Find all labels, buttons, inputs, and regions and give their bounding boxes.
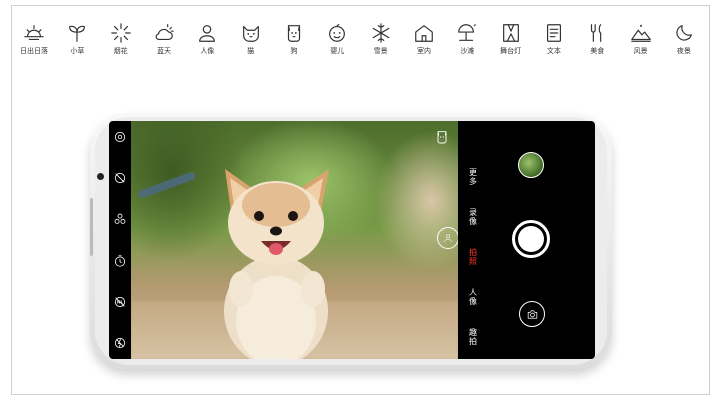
scene-label: 沙滩 <box>460 48 475 55</box>
mode-label: 更多 <box>468 168 478 186</box>
camera-viewfinder[interactable] <box>131 121 458 359</box>
ai-off-icon <box>114 173 126 184</box>
shutter-button[interactable] <box>512 220 550 258</box>
scene-label: 小草 <box>70 48 85 55</box>
baby-icon <box>329 24 346 42</box>
side-button <box>90 198 93 256</box>
cloud-sun-icon <box>155 24 174 41</box>
mode-video[interactable]: 录像 <box>461 197 485 237</box>
moon-icon <box>676 25 692 41</box>
settings-button[interactable] <box>112 129 128 145</box>
timer-button[interactable] <box>112 253 128 269</box>
scene-label: 狗 <box>290 48 298 55</box>
fork-knife-icon <box>591 24 602 42</box>
shutter-core <box>518 226 544 252</box>
scene-label: 美食 <box>590 48 605 55</box>
scene-grass: 小草 <box>57 22 97 64</box>
dog-icon <box>437 131 447 144</box>
house-icon <box>415 25 433 42</box>
scene-label: 文本 <box>546 48 561 55</box>
mode-photo[interactable]: 拍照 <box>461 237 485 277</box>
hdr-off-icon <box>114 296 126 307</box>
dog-photo <box>224 169 329 359</box>
camera-screen: 更多 录像 拍照 人像 趣拍 <box>109 121 595 359</box>
settings-icon <box>114 131 126 143</box>
scene-food: 美食 <box>577 22 617 64</box>
scene-label: 猫 <box>247 48 255 55</box>
camera-toolbar <box>109 121 131 359</box>
document-icon <box>546 24 561 42</box>
sprout-icon <box>69 25 86 42</box>
scene-snow: 雪景 <box>361 22 401 64</box>
scene-indoor: 室内 <box>404 22 444 64</box>
scene-sunrise: 日出日落 <box>14 22 54 64</box>
filter-icon <box>114 214 126 225</box>
scene-baby: 婴儿 <box>317 22 357 64</box>
scene-label: 日出日落 <box>20 48 48 55</box>
scene-landscape: 风景 <box>621 22 661 64</box>
fireworks-icon <box>110 23 131 43</box>
cat-icon <box>242 25 259 42</box>
gallery-thumbnail[interactable] <box>518 152 544 178</box>
scene-portrait: 人像 <box>187 22 227 64</box>
filter-button[interactable] <box>112 211 128 227</box>
scene-label: 烟花 <box>113 48 128 55</box>
scene-cat: 猫 <box>231 22 271 64</box>
person-icon <box>444 234 452 243</box>
scene-label: 夜景 <box>676 48 691 55</box>
scene-label: 婴儿 <box>330 48 345 55</box>
mode-label: 拍照 <box>468 248 478 266</box>
mode-more[interactable]: 更多 <box>461 157 485 197</box>
scene-label: 舞台灯 <box>500 48 522 55</box>
scene-icon-row: 日出日落 小草 烟花 蓝天 人像 猫 狗 婴儿 雪景 室内 沙滩 舞台灯 文本 … <box>14 22 704 64</box>
switch-camera-button[interactable] <box>519 301 545 327</box>
scene-text: 文本 <box>534 22 574 64</box>
scene-stage-light: 舞台灯 <box>491 22 531 64</box>
scene-beach: 沙滩 <box>447 22 487 64</box>
mode-fun[interactable]: 趣拍 <box>461 317 485 357</box>
scene-label: 雪景 <box>373 48 388 55</box>
scene-night: 夜景 <box>664 22 704 64</box>
flash-button[interactable] <box>112 335 128 351</box>
mode-label: 人像 <box>468 288 478 306</box>
scene-fireworks: 烟花 <box>101 22 141 64</box>
person-icon <box>199 25 216 42</box>
scene-label: 室内 <box>416 48 431 55</box>
scene-blue-sky: 蓝天 <box>144 22 184 64</box>
scene-dog: 狗 <box>274 22 314 64</box>
mountain-icon <box>630 24 651 42</box>
mode-label: 趣拍 <box>468 328 478 346</box>
camera-switch-icon <box>527 309 537 319</box>
portrait-focus-button[interactable] <box>437 227 458 249</box>
dog-icon <box>287 25 301 42</box>
sunrise-icon <box>24 25 44 41</box>
camera-mode-selector: 更多 录像 拍照 人像 趣拍 <box>461 121 485 359</box>
ai-toggle-button[interactable] <box>112 170 128 186</box>
scene-label: 风景 <box>633 48 648 55</box>
scene-label: 人像 <box>200 48 215 55</box>
mode-portrait[interactable]: 人像 <box>461 277 485 317</box>
scene-label: 蓝天 <box>156 48 171 55</box>
beach-umbrella-icon <box>458 24 477 41</box>
scene-indicator <box>434 129 450 145</box>
stage-light-icon <box>502 24 519 42</box>
snowflake-icon <box>372 23 390 43</box>
mode-label: 录像 <box>468 208 478 226</box>
hdr-toggle-button[interactable] <box>112 294 128 310</box>
timer-icon <box>114 254 126 267</box>
front-camera <box>97 173 104 180</box>
background-structure <box>137 170 197 200</box>
flash-off-icon <box>114 337 126 349</box>
